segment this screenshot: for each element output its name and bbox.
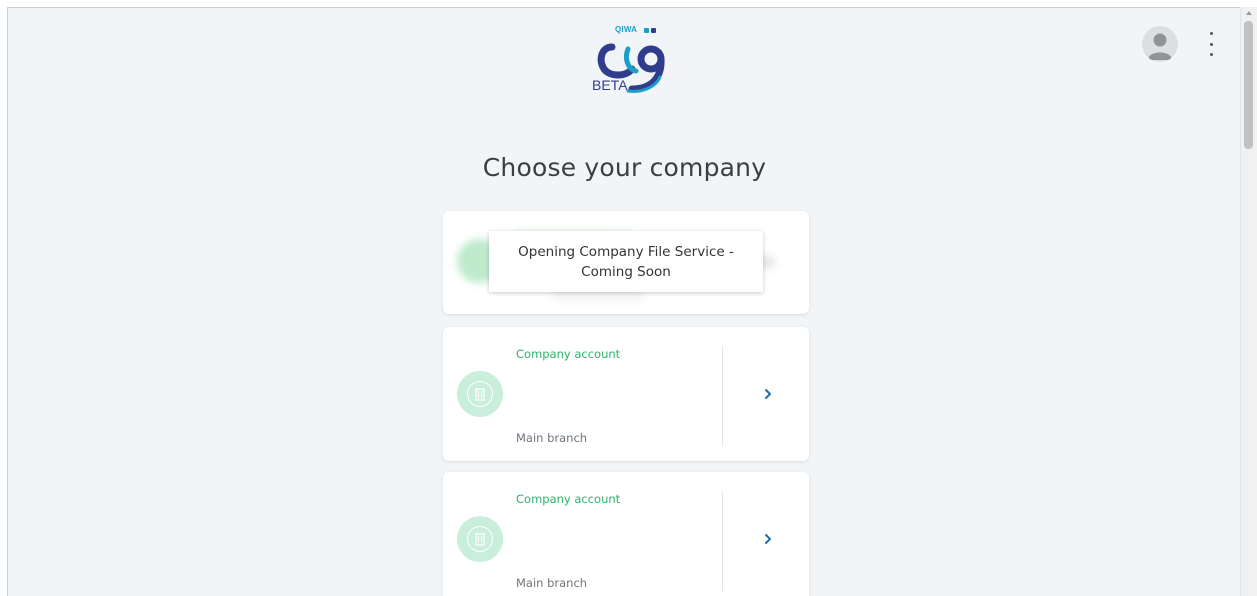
- divider: [722, 491, 723, 591]
- chevron-right-icon[interactable]: [762, 531, 774, 547]
- qiwa-logo[interactable]: QIWA BETA: [584, 25, 680, 97]
- branch-label: Main branch: [516, 431, 588, 445]
- logo-wordmark: QIWA: [615, 25, 638, 34]
- scrollbar-thumb[interactable]: [1244, 21, 1253, 149]
- app-viewport: QIWA BETA Choose your company Opening Co…: [7, 7, 1240, 596]
- chevron-right-icon[interactable]: [762, 386, 774, 402]
- user-avatar[interactable]: [1142, 26, 1178, 62]
- beta-badge: BETA: [592, 77, 628, 93]
- branch-label: Main branch: [516, 576, 588, 590]
- building-icon: [457, 371, 503, 417]
- kebab-menu-icon[interactable]: [1205, 32, 1217, 56]
- scroll-up-arrow-icon[interactable]: [1246, 11, 1252, 15]
- company-type-label: Company account: [516, 492, 621, 506]
- company-card[interactable]: Company account Main branch: [443, 327, 809, 461]
- divider: [722, 346, 723, 446]
- company-type-label: Company account: [516, 347, 621, 361]
- page-title: Choose your company: [482, 153, 767, 182]
- coming-soon-tooltip: Opening Company File Service - Coming So…: [489, 231, 763, 292]
- vertical-scrollbar[interactable]: [1240, 7, 1257, 596]
- building-icon: [457, 516, 503, 562]
- user-avatar-icon: [1148, 33, 1172, 60]
- company-card[interactable]: Company account Main branch: [443, 472, 809, 596]
